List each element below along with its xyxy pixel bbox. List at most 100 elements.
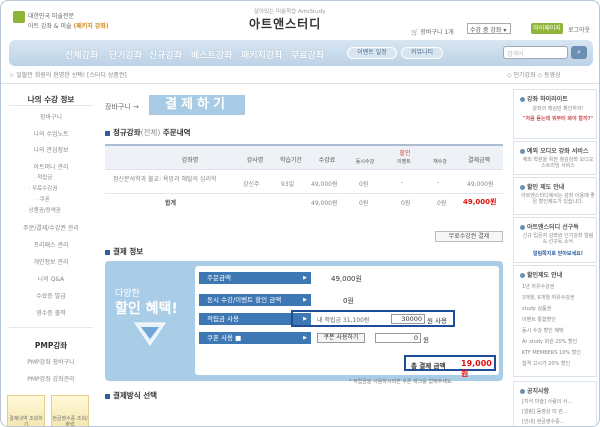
col-fee: 수강료 xyxy=(318,157,336,164)
sidebar-item-interests[interactable]: 나의 관심정보 xyxy=(9,145,93,154)
sidebar-section-pmp: PMP강좌 xyxy=(34,341,68,350)
sidebar-subitem-giftcard[interactable]: · 상품권/정액권 xyxy=(3,206,83,214)
coupon-suffix: 원 xyxy=(423,336,429,344)
arrow-icon: ▶ xyxy=(303,335,307,341)
quick-links[interactable]: ◇ 인기강좌 ◇ 동영상 xyxy=(507,70,561,79)
teacher-cell: 강신주 xyxy=(243,181,260,188)
discount-list-card: 할인제도 안내 1년 자유수강권 3개월, 6개월 자유수강권 study 상품… xyxy=(513,265,597,377)
site-subtitle: 살아있는 미술학습 ArtoStudy xyxy=(254,9,326,15)
coupon-checkbox[interactable]: ■ xyxy=(235,334,241,342)
payment-history-button[interactable]: 결제내역 조회하기 xyxy=(7,395,45,426)
total-box: 총 결제 금액 19,000 원 xyxy=(404,355,496,378)
discount-concurrent-cell: 0원 xyxy=(359,181,369,188)
col-period: 학습기간 xyxy=(279,157,303,164)
discount-list-title: 할인제도 안내 xyxy=(520,270,562,279)
brand-logo-icon[interactable] xyxy=(13,11,25,23)
sidebar-subitem-coupon[interactable]: · 쿠폰 xyxy=(3,195,83,203)
course-name-cell[interactable]: 정신분석학과 불교: 욕망과 해탈의 심리학 xyxy=(113,175,233,184)
col-discount-event: 이벤트 xyxy=(397,159,411,165)
points-highlight xyxy=(291,310,455,327)
cart-icon: 🛒 xyxy=(411,29,419,36)
list-item[interactable]: 이벤트 통합할인 xyxy=(522,316,556,323)
list-item[interactable]: [알림] 동영상 미 관... xyxy=(522,408,568,415)
promo-notice[interactable]: ☆ 일할만 회원의 현명한 선택! [스터디 상품권] xyxy=(9,70,127,79)
discount-badge-icon xyxy=(134,322,166,346)
mypage-button[interactable]: 마이페이지 xyxy=(531,23,563,34)
sum-discount-retake: 0원 xyxy=(437,200,447,207)
search-input[interactable]: 검색어 xyxy=(503,46,568,59)
sidebar-subitem-points[interactable]: · 적립금 xyxy=(3,173,83,181)
sidebar-item-profile[interactable]: 개인정보 관리 xyxy=(9,257,93,266)
sidebar-item-qna[interactable]: 나의 Q&A xyxy=(9,274,93,283)
table-header: 강좌명 강사명 학습기간 수강료 할인 동시수강 이벤트 재수강 결제금액 xyxy=(105,146,503,170)
cash-receipt-button[interactable]: 현금영수증 조회/출력 xyxy=(51,395,89,426)
sidebar-item-pmp-cart[interactable]: PMP강좌 장바구니 xyxy=(9,357,93,366)
list-item[interactable]: study 상품권 xyxy=(522,305,551,312)
list-item[interactable]: KTF MEMBERS 10% 할인 xyxy=(522,349,581,356)
order-table: 강좌명 강사명 학습기간 수강료 할인 동시수강 이벤트 재수강 결제금액 정신… xyxy=(105,144,503,207)
event-schedule-button[interactable]: 이벤트 일정 xyxy=(347,47,397,59)
notice-icon xyxy=(520,389,525,394)
divider xyxy=(1,83,599,84)
browser-frame: 대한민국 미술전문 아트 강좌 & 미술 (패키지 강좌) 살아있는 미술학습 … xyxy=(0,0,600,427)
subscribe-text: 신규 입문자 강좌와 인기강좌 알림 & 선구독 소식 xyxy=(522,233,594,245)
nav-best-courses[interactable]: 베스트강좌 xyxy=(191,48,232,61)
col-discount-concurrent: 동시수강 xyxy=(355,159,375,165)
nav-new-courses[interactable]: 신규강좌 xyxy=(149,48,182,61)
sidebar-item-artmoney[interactable]: 아트머니 관리 xyxy=(9,162,93,171)
nav-short-courses[interactable]: 단기강좌 xyxy=(109,48,142,61)
logout-link[interactable]: 로그아웃 xyxy=(568,25,590,34)
sidebar-item-orders[interactable]: 주문/결제/수강권 관리 xyxy=(9,223,93,232)
list-item[interactable]: 3개월, 6개월 자유수강권 xyxy=(522,294,575,301)
list-item[interactable]: 동시 수강 할인 혜택 xyxy=(522,327,564,334)
list-item[interactable]: Ar study 회원 20% 할인 xyxy=(522,338,577,345)
discount-event-cell: - xyxy=(401,179,404,186)
highlight-card[interactable]: 강좌 하이라이트 강좌의 핵심만 확인하자! "처음 듣는데 뭐부터 봐야 할까… xyxy=(513,89,597,139)
sidebar-subitem-free-pass[interactable]: · 무료수강권 xyxy=(3,184,83,192)
order-amount-value: 49,000원 xyxy=(331,275,362,283)
coupon-input[interactable]: 0 xyxy=(375,333,421,343)
top-bar: 대한민국 미술전문 아트 강좌 & 미술 (패키지 강좌) 살아있는 미술학습 … xyxy=(1,1,599,41)
site-name[interactable]: 아트앤스터디 xyxy=(249,15,321,32)
subscribe-card[interactable]: 아트앤스터디 선구독 신규 입문자 강좌와 인기강좌 알림 & 선구독 소식 알… xyxy=(513,217,597,263)
sum-fee: 49,000원 xyxy=(311,200,338,207)
tagline-line2: 아트 강좌 & 미술 (패키지 강좌) xyxy=(28,23,109,30)
sidebar-item-certificate[interactable]: 수료증 발급 xyxy=(9,291,93,300)
sum-discount-event: 0원 xyxy=(401,200,411,207)
sidebar-item-cart[interactable]: 장바구니 xyxy=(9,112,93,121)
sidebar-item-notes[interactable]: 나의 수업노트 xyxy=(9,129,93,138)
discount-info-card[interactable]: 할인 제도 안내 아트앤스터디에서는 강좌 이용에 좋은 할인제도가 있습니다. xyxy=(513,177,597,215)
list-item[interactable]: 1년 자유수강권 xyxy=(522,283,554,290)
nav-package-courses[interactable]: 패키지강좌 xyxy=(241,48,282,61)
nav-free-courses[interactable]: 무료강좌 xyxy=(291,48,324,61)
page-title: 결제하기 xyxy=(149,95,245,115)
sidebar-title: 나의 수강 정보 xyxy=(27,95,75,104)
col-discount-retake: 재수강 xyxy=(433,159,447,165)
nav-all-courses[interactable]: 전체강좌 xyxy=(65,48,98,61)
order-section-title: 정규강좌(전체) 주문내역 xyxy=(105,127,191,138)
discount-text: 아트앤스터디에서는 강좌 이용에 좋은 할인제도가 있습니다. xyxy=(521,193,595,205)
right-sidebar: 강좌 하이라이트 강좌의 핵심만 확인하자! "처음 듣는데 뭐부터 봐야 할까… xyxy=(511,89,599,426)
coupon-use-button[interactable]: 쿠폰 사용하기 xyxy=(317,333,365,343)
list-item[interactable]: 합격 고시가 20% 할인 xyxy=(522,360,570,367)
sidebar-item-receipt[interactable]: 영수증 출력 xyxy=(9,308,93,317)
main-content: 장바구니 → 결제하기 정규강좌(전체) 주문내역 강좌명 강사명 학습기간 수… xyxy=(99,89,509,426)
notice-title: 공지사항 xyxy=(520,386,549,395)
divider xyxy=(9,327,93,328)
cart-link[interactable]: 🛒 장바구니 1개 xyxy=(411,27,454,36)
community-button[interactable]: 커뮤니티 xyxy=(401,47,443,59)
audio-service-card[interactable]: 예외 오디오 강좌 서비스 예외 학원을 위한 청강강좌 오디오 스트리밍 서비… xyxy=(513,141,597,175)
subscribe-title: 아트앤스터디 선구독 xyxy=(520,222,579,231)
search-icon[interactable]: ⌕ xyxy=(571,46,587,59)
divider xyxy=(105,193,503,194)
notice-card: 공지사항 [지식 미술] 사람의 사... [알림] 동영상 미 관... [안… xyxy=(513,381,597,426)
list-item[interactable]: [안내] 현금영수증... xyxy=(522,418,564,425)
course-select[interactable]: 수강 중 강좌 ▾ xyxy=(467,23,511,34)
breadcrumb[interactable]: 장바구니 → xyxy=(105,102,139,112)
arrow-icon: ▶ xyxy=(303,297,307,303)
sidebar-item-pmp-manage[interactable]: PMP강좌 강좌관리 xyxy=(9,374,93,383)
list-item[interactable]: [지식 미술] 사람의 사... xyxy=(522,398,572,405)
free-coupon-pay-button[interactable]: 무료수강권 결제 xyxy=(435,231,503,242)
bullet-icon xyxy=(105,130,110,136)
sidebar-item-freepass[interactable]: 프리패스 관리 xyxy=(9,240,93,249)
